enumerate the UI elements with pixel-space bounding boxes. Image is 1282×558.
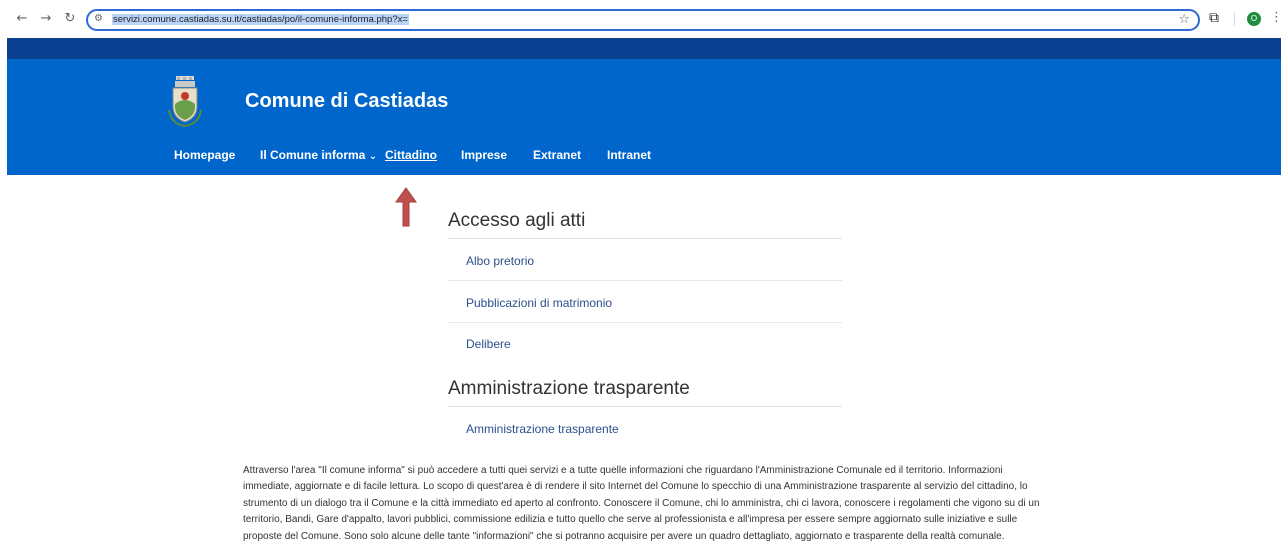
section-title-accesso-agli-atti: Accesso agli atti [448, 210, 586, 231]
nav-il-comune-informa[interactable]: Il Comune informa ⌄ [260, 148, 377, 162]
red-arrow-annotation-icon [395, 187, 417, 227]
browser-toolbar: ← → ↻ ⚙ servizi.comune.castiadas.su.it/c… [0, 0, 1282, 38]
address-bar[interactable]: ⚙ servizi.comune.castiadas.su.it/castiad… [86, 9, 1200, 31]
bookmark-star-icon[interactable]: ☆ [1178, 12, 1190, 27]
site-info-icon[interactable]: ⚙ [94, 13, 103, 24]
forward-arrow-icon[interactable]: → [38, 11, 54, 27]
section-title-amministrazione-trasparente: Amministrazione trasparente [448, 378, 690, 399]
municipal-crest-logo[interactable] [165, 74, 205, 128]
nav-imprese[interactable]: Imprese [461, 148, 507, 162]
browser-menu-icon[interactable]: ⋮ [1270, 10, 1282, 25]
row-divider [448, 280, 842, 281]
toolbar-divider [1234, 12, 1235, 26]
url-text[interactable]: servizi.comune.castiadas.su.it/castiadas… [112, 14, 409, 25]
section-divider [448, 406, 842, 407]
nav-il-comune-informa-label: Il Comune informa [260, 148, 366, 162]
row-divider [448, 322, 842, 323]
nav-homepage[interactable]: Homepage [174, 148, 235, 162]
link-pubblicazioni-di-matrimonio[interactable]: Pubblicazioni di matrimonio [466, 296, 612, 310]
nav-cittadino[interactable]: Cittadino [385, 148, 437, 162]
nav-extranet[interactable]: Extranet [533, 148, 581, 162]
site-title[interactable]: Comune di Castiadas [245, 90, 448, 113]
reload-icon[interactable]: ↻ [62, 11, 78, 27]
extensions-icon[interactable]: ⧉ [1209, 10, 1219, 26]
section-divider [448, 238, 842, 239]
link-amministrazione-trasparente[interactable]: Amministrazione trasparente [466, 422, 619, 436]
chevron-down-icon: ⌄ [368, 151, 378, 162]
back-arrow-icon[interactable]: ← [14, 11, 30, 27]
site-topbar [7, 38, 1281, 59]
profile-avatar[interactable]: O [1247, 12, 1261, 26]
link-delibere[interactable]: Delibere [466, 337, 511, 351]
nav-intranet[interactable]: Intranet [607, 148, 651, 162]
link-albo-pretorio[interactable]: Albo pretorio [466, 254, 534, 268]
page-description: Attraverso l'area "Il comune informa" si… [243, 465, 1040, 542]
